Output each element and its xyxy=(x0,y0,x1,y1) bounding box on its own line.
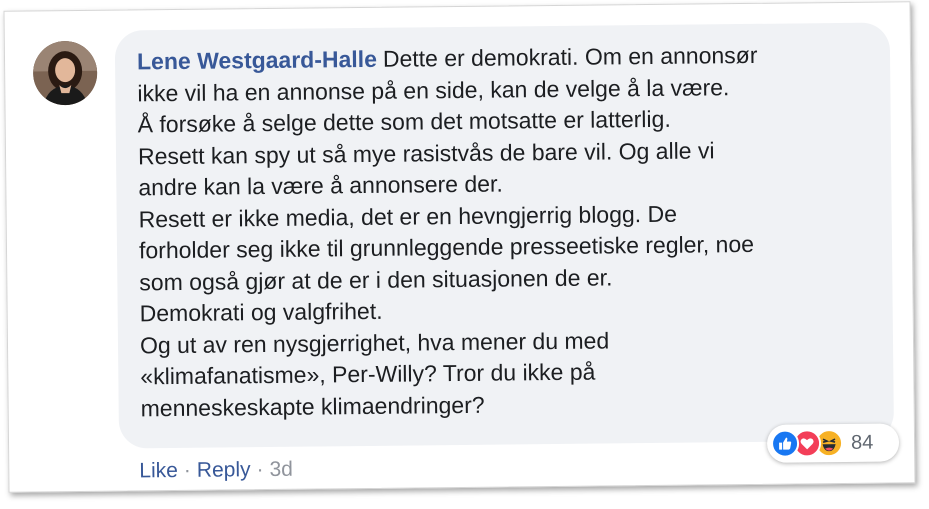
reactions-summary[interactable]: 84 xyxy=(766,423,900,463)
like-icon xyxy=(770,429,800,458)
comment-bubble: Lene Westgaard-Halle Dette er demokrati. … xyxy=(114,22,895,449)
comment-line: Dette er demokrati. Om en annonsør xyxy=(382,41,758,72)
author-name[interactable]: Lene Westgaard-Halle xyxy=(137,46,377,75)
like-button[interactable]: Like xyxy=(139,459,178,483)
separator: · xyxy=(183,458,191,482)
comment-card: Lene Westgaard-Halle Dette er demokrati. … xyxy=(3,1,916,493)
avatar[interactable] xyxy=(32,40,98,106)
comment-actions: Like · Reply · 3d xyxy=(139,458,293,484)
reply-button[interactable]: Reply xyxy=(197,458,251,483)
separator: · xyxy=(256,458,264,482)
reaction-count: 84 xyxy=(850,431,874,454)
comment-text: Lene Westgaard-Halle Dette er demokrati. … xyxy=(137,39,881,425)
avatar-photo xyxy=(32,40,98,106)
timestamp[interactable]: 3d xyxy=(269,458,293,482)
